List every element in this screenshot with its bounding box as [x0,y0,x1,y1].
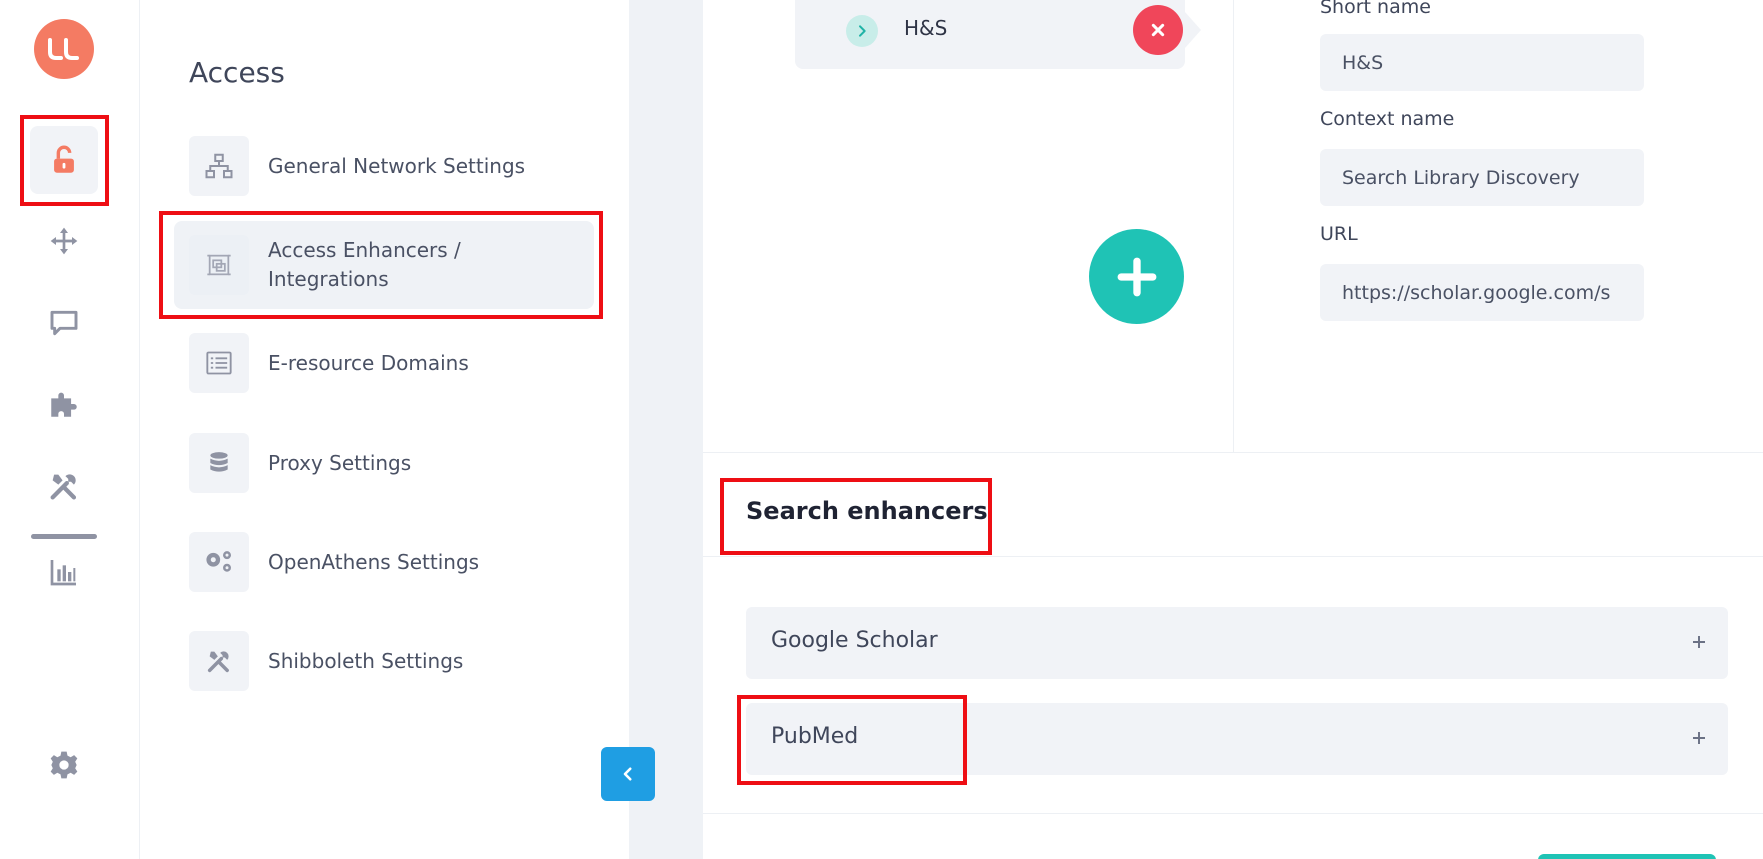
logo-mark-icon [48,38,79,60]
rail-settings-button[interactable] [30,731,98,799]
move-icon [50,227,78,255]
puzzle-icon [51,392,77,417]
tools-icon [207,651,229,673]
integration-icon [207,254,231,276]
expand-node-button[interactable] [846,15,878,47]
accordion-label: PubMed [771,724,859,749]
section-divider [703,556,1763,557]
accordion-label: Google Scholar [771,628,938,653]
unlock-icon [54,145,74,173]
add-node-button[interactable] [1089,229,1184,324]
panel-gutter [629,0,703,859]
plus-icon [1117,257,1156,296]
app-root: Access General Network Settings Access E… [0,0,1763,859]
app-logo[interactable] [34,19,94,79]
nav-item-e-resource-domains[interactable]: E-resource Domains [174,315,592,411]
nav-item-openathens-settings[interactable]: OpenAthens Settings [174,514,592,610]
collapse-subnav-button[interactable] [601,747,655,801]
section-divider [703,452,1763,453]
tools-icon [50,474,77,500]
rail-stats-button[interactable] [30,538,98,606]
access-subnav: Access General Network Settings Access E… [140,0,629,859]
gear-icon [50,751,78,779]
nav-item-label: Proxy Settings [268,450,412,475]
expand-plus-icon[interactable] [1684,627,1714,657]
database-icon [210,452,228,472]
tree-node[interactable]: H&S [795,0,1185,69]
nav-item-proxy-settings[interactable]: Proxy Settings [174,415,592,511]
chevron-left-icon [623,767,632,781]
tree-node-pointer [1185,12,1201,48]
search-enhancers-title: Search enhancers [746,497,988,525]
subnav-title: Access [189,56,285,89]
remove-node-button[interactable] [1133,5,1183,55]
save-button[interactable] [1538,854,1716,859]
nav-item-label: E-resource Domains [268,350,469,375]
url-label: URL [1320,223,1358,245]
network-icon [205,153,233,179]
accordion-pubmed[interactable]: PubMed [746,703,1728,775]
nav-item-general-network-settings[interactable]: General Network Settings [174,118,592,214]
nav-item-label: Access Enhancers / Integrations [268,238,461,291]
section-divider [703,813,1763,814]
bar-chart-icon [50,560,76,586]
chat-icon [50,310,78,336]
accordion-google-scholar[interactable]: Google Scholar [746,607,1728,679]
rail-chat-button[interactable] [30,289,98,357]
rail-access-button[interactable] [30,126,98,194]
nav-item-label: General Network Settings [268,153,526,178]
nav-item-label: OpenAthens Settings [268,549,480,574]
close-icon [1151,23,1165,37]
expand-plus-icon[interactable] [1684,723,1714,753]
short-name-label: Short name [1320,0,1431,18]
rail-integrations-button[interactable] [30,370,98,438]
column-divider [1233,0,1234,453]
nav-item-shibboleth-settings[interactable]: Shibboleth Settings [174,613,592,709]
nav-item-label: Shibboleth Settings [268,648,464,673]
chevron-right-icon [859,25,866,37]
main-content: H&S Short name H&S Context name Search L… [703,0,1763,859]
tree-node-label: H&S [904,16,948,40]
context-name-label: Context name [1320,108,1455,130]
short-name-input[interactable]: H&S [1320,34,1644,91]
list-icon [206,351,232,375]
icon-rail [0,0,140,859]
rail-move-button[interactable] [30,207,98,275]
nav-item-access-enhancers[interactable]: Access Enhancers / Integrations [174,221,594,309]
rail-tools-button[interactable] [30,452,98,520]
cogs-icon [206,551,231,572]
context-name-input[interactable]: Search Library Discovery [1320,149,1644,206]
url-input[interactable]: https://scholar.google.com/s [1320,264,1644,321]
